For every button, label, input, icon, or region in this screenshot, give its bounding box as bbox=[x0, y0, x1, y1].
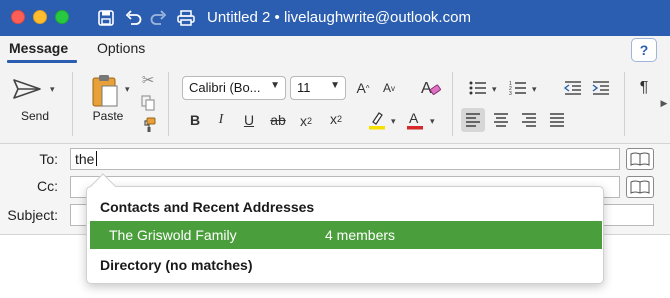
paste-options-chevron-icon[interactable]: ▾ bbox=[125, 84, 130, 95]
zoom-window-button[interactable] bbox=[55, 10, 69, 24]
numbering-chevron-icon[interactable]: ▾ bbox=[532, 84, 537, 95]
font-name-select[interactable]: Calibri (Bo... ▼ bbox=[182, 76, 286, 100]
minimize-window-button[interactable] bbox=[33, 10, 47, 24]
send-icon[interactable] bbox=[10, 76, 44, 102]
underline-button[interactable]: U bbox=[239, 108, 259, 132]
title-bar: Untitled 2 • livelaughwrite@outlook.com bbox=[0, 0, 670, 36]
copy-icon[interactable] bbox=[139, 94, 157, 112]
undo-icon[interactable] bbox=[122, 7, 144, 29]
font-color-chevron-icon[interactable]: ▾ bbox=[430, 116, 435, 127]
increase-indent-icon[interactable] bbox=[589, 76, 613, 100]
paste-button-label[interactable]: Paste bbox=[86, 109, 130, 123]
svg-text:A: A bbox=[409, 110, 419, 126]
strikethrough-button[interactable]: ab bbox=[266, 108, 290, 132]
print-icon[interactable] bbox=[175, 7, 197, 29]
highlight-icon[interactable] bbox=[366, 108, 388, 132]
superscript-button[interactable]: x2 bbox=[326, 106, 346, 132]
tab-message[interactable]: Message bbox=[9, 40, 68, 56]
shrink-font-icon[interactable]: Av bbox=[378, 76, 400, 100]
subscript-marker: 2 bbox=[306, 116, 312, 126]
active-tab-indicator bbox=[7, 60, 77, 63]
superscript-label: x bbox=[329, 111, 337, 127]
directory-section-heading: Directory (no matches) bbox=[100, 257, 253, 273]
paste-icon[interactable] bbox=[88, 73, 122, 109]
format-painter-icon[interactable] bbox=[139, 116, 157, 134]
subscript-label: x bbox=[299, 113, 307, 129]
bold-button[interactable]: B bbox=[185, 108, 205, 132]
address-book-to-button[interactable] bbox=[626, 148, 654, 170]
send-options-chevron-icon[interactable]: ▾ bbox=[50, 84, 55, 95]
bullets-icon[interactable] bbox=[466, 76, 490, 100]
italic-button[interactable]: I bbox=[211, 108, 231, 132]
superscript-marker: 2 bbox=[336, 114, 342, 124]
decrease-indent-icon[interactable] bbox=[561, 76, 585, 100]
address-book-icon bbox=[630, 152, 650, 166]
suggestion-detail: 4 members bbox=[325, 227, 396, 243]
align-right-icon[interactable] bbox=[517, 108, 541, 132]
chevron-down-icon: ▼ bbox=[270, 80, 280, 91]
suggestion-item-griswold-family[interactable]: The Griswold Family 4 members bbox=[90, 221, 602, 249]
subscript-button[interactable]: x2 bbox=[296, 108, 316, 134]
justify-icon[interactable] bbox=[545, 108, 569, 132]
cc-label: Cc: bbox=[37, 178, 58, 194]
ribbon-divider bbox=[624, 72, 625, 136]
font-name-value: Calibri (Bo... bbox=[189, 80, 261, 95]
to-label: To: bbox=[39, 151, 58, 167]
contacts-section-heading: Contacts and Recent Addresses bbox=[100, 199, 315, 215]
font-color-icon[interactable]: A bbox=[404, 108, 426, 132]
show-formatting-marks-button[interactable]: ¶ bbox=[634, 76, 654, 100]
suggestion-name: The Griswold Family bbox=[109, 227, 237, 243]
svg-text:3: 3 bbox=[509, 91, 512, 96]
chevron-down-icon: ▼ bbox=[330, 80, 340, 91]
cut-icon[interactable]: ✂ bbox=[139, 71, 157, 89]
ribbon-overflow-arrow-icon[interactable]: ▶ bbox=[659, 96, 669, 110]
redo-icon[interactable] bbox=[148, 7, 170, 29]
window-title: Untitled 2 • livelaughwrite@outlook.com bbox=[207, 9, 471, 26]
align-left-icon[interactable] bbox=[461, 108, 485, 132]
tab-options[interactable]: Options bbox=[97, 40, 145, 56]
align-center-icon[interactable] bbox=[489, 108, 513, 132]
ribbon: ▾ Send ▾ Paste ✂ Calibri (Bo... ▼ 11 ▼ A… bbox=[0, 64, 670, 144]
send-button-label[interactable]: Send bbox=[10, 109, 60, 123]
font-size-value: 11 bbox=[297, 80, 311, 95]
help-button[interactable]: ? bbox=[631, 38, 657, 62]
to-field-value: the bbox=[75, 151, 95, 167]
address-book-icon bbox=[630, 180, 650, 194]
bullets-chevron-icon[interactable]: ▾ bbox=[492, 84, 497, 95]
to-field[interactable]: the bbox=[70, 148, 620, 170]
font-size-select[interactable]: 11 ▼ bbox=[290, 76, 346, 100]
grow-font-icon[interactable]: A ^ bbox=[352, 76, 374, 100]
svg-text:A: A bbox=[421, 80, 432, 97]
ribbon-divider bbox=[72, 72, 73, 136]
text-cursor bbox=[96, 151, 98, 166]
ribbon-divider bbox=[168, 72, 169, 136]
subject-label: Subject: bbox=[7, 207, 58, 223]
autocomplete-popup: Contacts and Recent Addresses The Griswo… bbox=[86, 186, 604, 284]
close-window-button[interactable] bbox=[11, 10, 25, 24]
address-book-cc-button[interactable] bbox=[626, 176, 654, 198]
highlight-chevron-icon[interactable]: ▾ bbox=[391, 116, 396, 127]
save-icon[interactable] bbox=[96, 7, 116, 29]
ribbon-tabs: Message Options ? bbox=[0, 36, 670, 64]
numbering-icon[interactable]: 123 bbox=[506, 76, 530, 100]
clear-formatting-icon[interactable]: A bbox=[418, 75, 444, 101]
ribbon-divider bbox=[452, 72, 453, 136]
